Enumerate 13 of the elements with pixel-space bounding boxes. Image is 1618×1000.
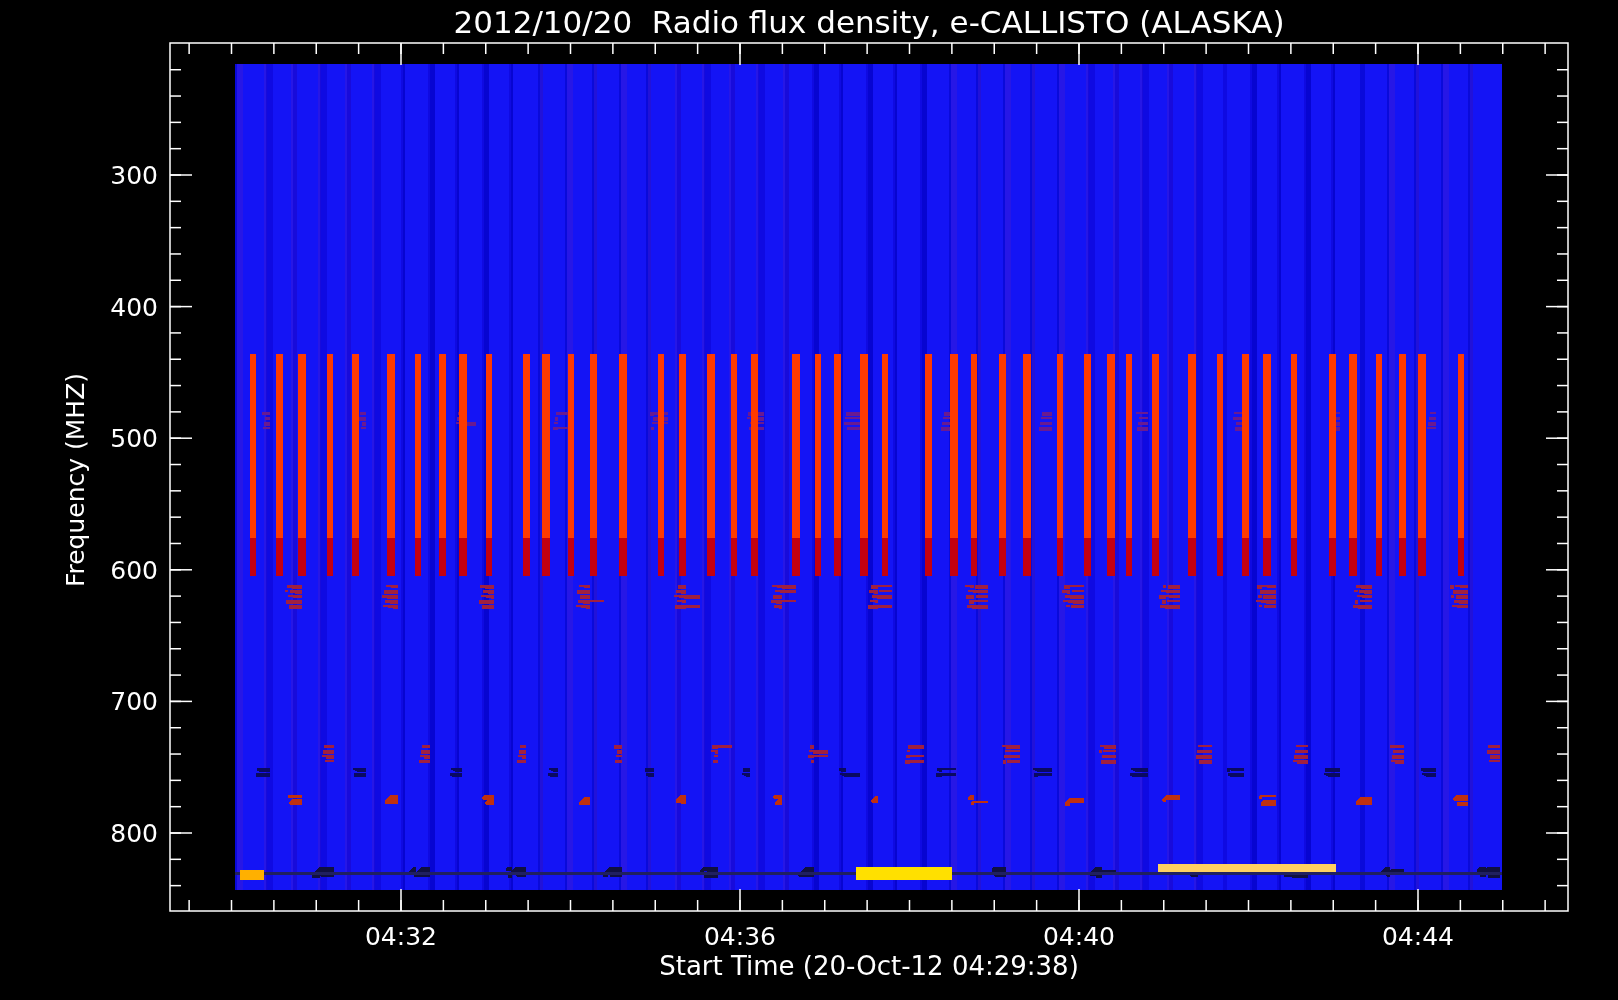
tick-label: 600: [110, 555, 158, 585]
tick-label: 04:40: [1043, 922, 1115, 951]
tick-label: 04:32: [365, 922, 437, 951]
tick-label: 04:44: [1382, 922, 1454, 951]
tick-label: 500: [110, 424, 158, 454]
tick-label: 400: [110, 292, 158, 322]
chart-title: 2012/10/20 Radio flux density, e-CALLISTO (ALASKA): [453, 4, 1285, 40]
tick-label: 700: [110, 687, 158, 717]
tick-label: 04:36: [704, 922, 776, 951]
tick-label: 300: [110, 161, 158, 190]
axis-label: Frequency (MHZ): [61, 372, 90, 588]
axis-label: Start Time (20-Oct-12 04:29:38): [659, 951, 1079, 981]
tick-label: 800: [110, 819, 158, 848]
